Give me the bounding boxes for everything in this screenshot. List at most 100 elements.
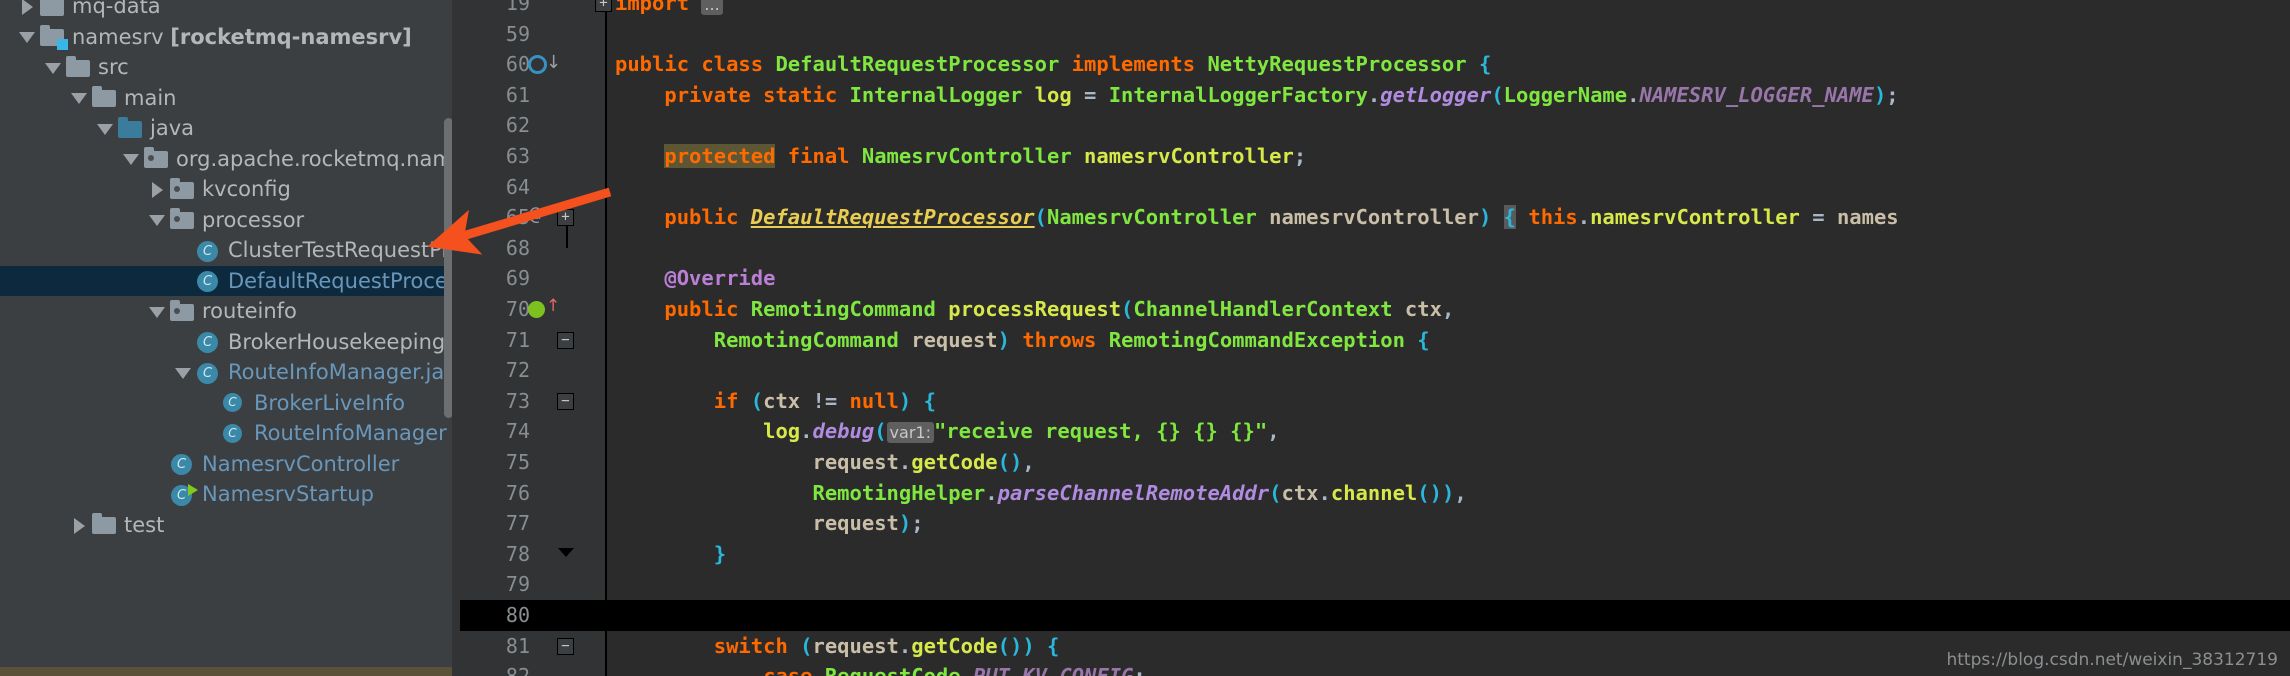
tree-item-label: mq-data — [72, 0, 161, 18]
chevron-down-icon[interactable] — [118, 144, 144, 175]
tree-item-processor[interactable]: processor — [0, 205, 452, 236]
tree-item-namesrvcontroller[interactable]: C NamesrvController — [0, 449, 452, 480]
code-token: () — [1417, 480, 1442, 505]
chevron-down-icon[interactable] — [144, 205, 170, 236]
code-line[interactable]: 63 protected final NamesrvController nam… — [460, 141, 2290, 172]
code-token: . — [1367, 82, 1381, 107]
code-line[interactable]: 59 — [460, 19, 2290, 50]
tree-item-java[interactable]: java — [0, 113, 452, 144]
chevron-right-icon[interactable] — [14, 0, 40, 22]
code-line[interactable]: 78 } — [460, 539, 2290, 570]
code-line-text: import ... — [615, 0, 723, 21]
tree-item-org-apache-rocketmq-namesrv[interactable]: org.apache.rocketmq.namesrv — [0, 144, 452, 175]
code-token: . — [961, 664, 973, 676]
code-line[interactable]: 72 — [460, 355, 2290, 386]
folder-icon — [40, 0, 64, 16]
project-tree-scrollbar[interactable] — [444, 118, 452, 418]
pane-splitter[interactable] — [452, 0, 460, 676]
code-line[interactable]: 70 public RemotingCommand processRequest… — [460, 294, 2290, 325]
java-class-icon: C — [170, 454, 194, 476]
chevron-down-icon[interactable] — [170, 357, 196, 388]
chevron-down-icon[interactable] — [40, 52, 66, 83]
tree-item-defaultrequestprocessor[interactable]: C DefaultRequestProcessor — [0, 265, 452, 296]
tree-item-brokerhousekeepingservice[interactable]: C BrokerHousekeepingService — [0, 327, 452, 358]
java-class-icon: C — [196, 271, 220, 293]
fold-collapse-icon[interactable]: − — [557, 637, 574, 655]
code-line[interactable]: 68 — [460, 233, 2290, 264]
collapsed-imports-token[interactable]: ... — [701, 0, 723, 15]
code-token: ) — [898, 388, 912, 413]
code-token: channel — [1330, 480, 1418, 505]
code-token: . — [1577, 205, 1591, 230]
tree-item-label: processor — [202, 207, 305, 232]
tree-item-routeinfomanager-java[interactable]: C RouteInfoManager.java — [0, 357, 452, 388]
code-token: implements — [1071, 52, 1208, 77]
code-token: ( — [1269, 480, 1282, 505]
tree-item-label: RouteInfoManager.java — [228, 360, 452, 384]
code-token: { — [1478, 52, 1492, 77]
tree-item-clustertestrequestprocessor[interactable]: C ClusterTestRequestProcessor — [0, 235, 452, 266]
tree-item-routeinfo[interactable]: routeinfo — [0, 296, 452, 327]
code-line[interactable]: 60 public class DefaultRequestProcessor i… — [460, 49, 2290, 80]
code-token: = — [1799, 205, 1837, 230]
chevron-down-icon[interactable] — [92, 113, 118, 144]
fold-collapse-icon[interactable]: − — [557, 331, 574, 349]
tree-item-main[interactable]: main — [0, 83, 452, 114]
tree-item-routeinfomanager[interactable]: C RouteInfoManager — [0, 418, 452, 449]
overriding-method-icon[interactable] — [528, 301, 545, 318]
code-line[interactable]: 65 public DefaultRequestProcessor(Namesr… — [460, 202, 2290, 233]
tree-item-kvconfig[interactable]: kvconfig — [0, 174, 452, 205]
folder-icon — [66, 55, 90, 77]
tree-item-mq-data[interactable]: mq-data — [0, 0, 452, 22]
code-line[interactable]: 79 — [460, 569, 2290, 600]
code-token: . — [898, 633, 912, 658]
code-line[interactable]: 73 if (ctx != null) { — [460, 386, 2290, 417]
code-editor[interactable]: 19 import ... +59 60 public class DefaultReq… — [460, 0, 2290, 676]
code-line[interactable]: 19 import ... — [460, 0, 2290, 19]
line-number: 62 — [505, 113, 530, 138]
code-line[interactable]: 64 — [460, 172, 2290, 203]
chevron-down-icon[interactable] — [66, 83, 92, 114]
code-line[interactable]: 76 RemotingHelper.parseChannelRemoteAddr… — [460, 478, 2290, 509]
chevron-down-icon[interactable] — [144, 296, 170, 327]
chevron-down-icon[interactable] — [14, 22, 40, 53]
code-line[interactable]: 74 log.debug(var1: "receive request, {} {… — [460, 416, 2290, 447]
project-tool-window[interactable]: mq-data namesrv [rocketmq-namesrv] src main… — [0, 0, 452, 676]
code-line[interactable]: 80 — [460, 600, 2290, 631]
tree-item-brokerliveinfo[interactable]: C BrokerLiveInfo — [0, 388, 452, 419]
fold-expand-icon[interactable]: + — [595, 0, 612, 12]
code-token: DefaultRequestProcessor — [750, 205, 1035, 230]
tree-item-namesrv[interactable]: namesrv [rocketmq-namesrv] — [0, 22, 452, 53]
tree-item-label: src — [98, 55, 129, 79]
code-line[interactable]: 69 @Override — [460, 263, 2290, 294]
project-tree-horizontal-scrollbar[interactable] — [0, 667, 452, 676]
tree-item-test[interactable]: test — [0, 510, 452, 541]
tree-item-label: NamesrvStartup — [202, 482, 374, 506]
chevron-right-icon[interactable] — [66, 510, 92, 541]
line-number: 72 — [505, 358, 530, 383]
tree-item-src[interactable]: src — [0, 52, 452, 83]
tree-item-namesrvstartup[interactable]: C NamesrvStartup — [0, 479, 452, 510]
java-runnable-class-icon: C — [170, 483, 198, 506]
code-line[interactable]: 62 — [460, 110, 2290, 141]
fold-expand-icon[interactable]: + — [557, 209, 574, 227]
tree-item-label: RouteInfoManager — [254, 421, 447, 445]
code-token: throws — [1009, 327, 1109, 352]
code-token: PUT_KV_CONFIG — [973, 664, 1133, 676]
code-line[interactable]: 71 RemotingCommand request) throws Remot… — [460, 325, 2290, 356]
fold-collapse-icon[interactable]: − — [557, 392, 574, 410]
code-line[interactable]: 61 private static InternalLogger log = I… — [460, 80, 2290, 111]
fold-region-end-icon[interactable] — [558, 547, 574, 557]
code-token: getCode — [911, 450, 998, 474]
code-token: log — [1034, 82, 1085, 107]
chevron-right-icon[interactable] — [144, 174, 170, 205]
code-token: request — [812, 450, 899, 474]
code-line[interactable]: 75 request.getCode(), — [460, 447, 2290, 478]
code-line[interactable]: 77 request); — [460, 508, 2290, 539]
code-token: { — [1417, 327, 1430, 352]
